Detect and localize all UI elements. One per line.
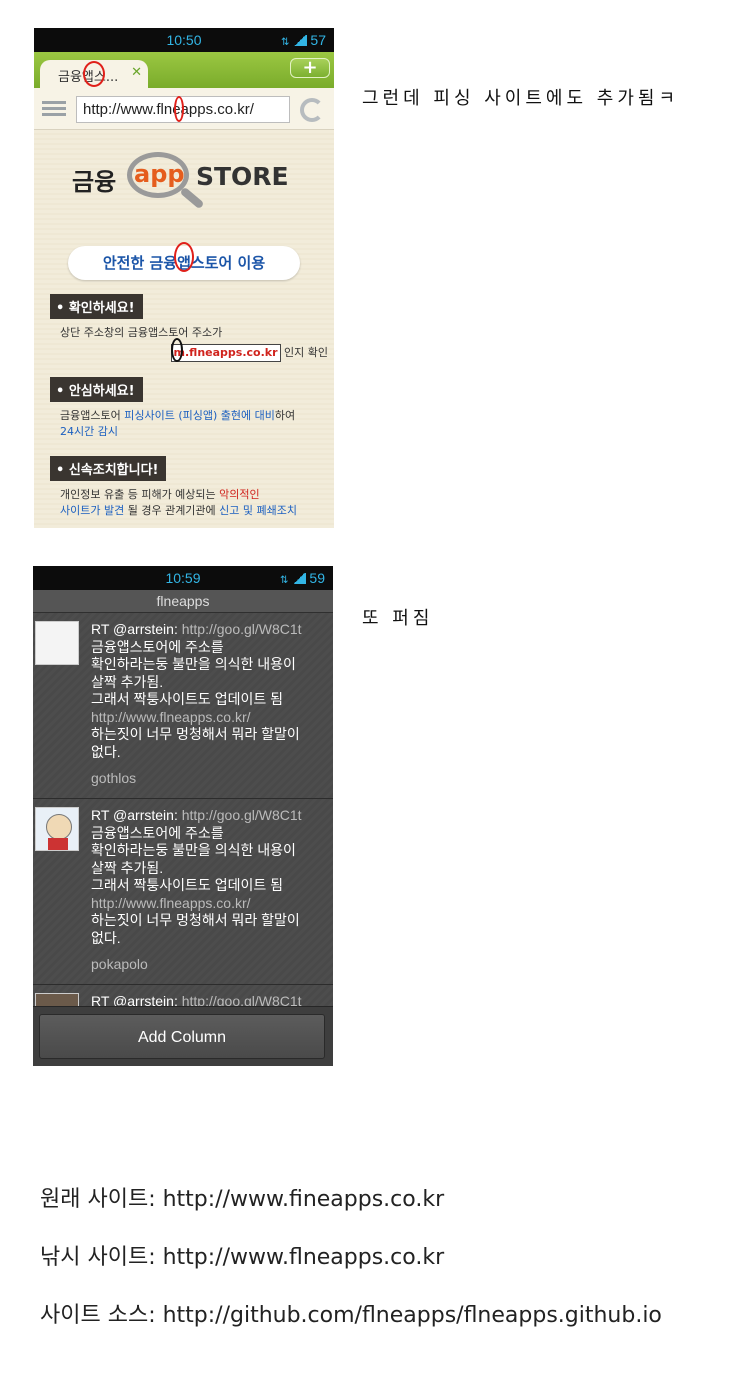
section-body: 금융앱스토어 피싱사이트 (피싱앱) 출현에 대비하여 24시간 감시 bbox=[50, 402, 330, 440]
status-bar: 10:59 ⇅ 59 bbox=[33, 566, 333, 590]
logo-app: app bbox=[134, 160, 185, 188]
section-highlight: 피싱사이트 (피싱앱) 출현에 대비 bbox=[124, 409, 275, 422]
url-text: neapps.co.kr bbox=[302, 1245, 445, 1270]
tweet-username[interactable]: pokapolo bbox=[91, 956, 327, 972]
retweet-prefix: RT @arrstein: bbox=[91, 807, 182, 823]
tweet-feed[interactable]: RT @arrstein: http://goo.gl/W8C1t 금융앱스토어… bbox=[33, 613, 333, 1006]
url-text: neapps.co.kr bbox=[302, 1187, 445, 1212]
tweet-link[interactable]: http://www.flneapps.co.kr/ bbox=[91, 895, 327, 913]
tweet-line: 없다. bbox=[91, 743, 121, 760]
refresh-icon[interactable] bbox=[300, 98, 324, 122]
signal-icon bbox=[292, 573, 307, 584]
status-icons: ⇅ 57 bbox=[281, 32, 326, 48]
tweet-link[interactable]: http://goo.gl/W8C1t bbox=[182, 993, 302, 1006]
annotation-circle bbox=[171, 338, 183, 362]
original-site-label: 원래 사이트: bbox=[40, 1187, 163, 1212]
url-check-line: m.flneapps.co.kr 인지 확인 bbox=[60, 344, 330, 362]
annotation-circle bbox=[83, 61, 105, 87]
avatar[interactable] bbox=[35, 993, 79, 1006]
section-check: • 확인하세요! 상단 주소창의 금융앱스토어 주소가 m.flneapps.c… bbox=[50, 294, 330, 362]
add-column-button[interactable]: Add Column bbox=[39, 1014, 325, 1059]
tweet-line: 금융앱스토어에 주소를 bbox=[91, 638, 224, 655]
section-highlight: 사이트가 발견 bbox=[60, 504, 125, 517]
phishing-site-label: 낚시 사이트: bbox=[40, 1245, 163, 1270]
section-text: 금융앱스토어 bbox=[60, 409, 125, 422]
section-text: 개인정보 유출 등 피해가 예상되는 bbox=[60, 488, 220, 501]
phone-screenshot-twitter: 10:59 ⇅ 59 flneapps RT @arrstein: http://… bbox=[33, 566, 333, 1066]
status-bar: 10:50 ⇅ 57 bbox=[34, 28, 334, 52]
url-text: http://www.f bbox=[162, 1187, 303, 1212]
tweet-item[interactable]: RT @arrstein: http://goo.gl/W8C1t 금융앱스토어… bbox=[33, 799, 333, 985]
tweet-line: RT @arrstein: http://goo.gl/W8C1t bbox=[91, 807, 327, 825]
new-tab-button[interactable]: + bbox=[290, 58, 330, 78]
tweet-username[interactable]: gothlos bbox=[91, 770, 327, 786]
section-safe: • 안심하세요! 금융앱스토어 피싱사이트 (피싱앱) 출현에 대비하여 24시간… bbox=[50, 377, 330, 440]
source-label: 사이트 소스: bbox=[40, 1303, 163, 1328]
retweet-prefix: RT @arrstein: bbox=[91, 621, 182, 637]
tweet-line: 그래서 짝퉁사이트도 업데이트 됨 bbox=[91, 877, 283, 893]
section-text: 될 경우 관계기관에 bbox=[124, 504, 220, 517]
section-title: • 확인하세요! bbox=[50, 294, 143, 319]
signal-icon bbox=[293, 35, 308, 46]
section-body: 개인정보 유출 등 피해가 예상되는 악의적인사이트가 발견 될 경우 관계기관… bbox=[50, 481, 330, 519]
tweet-line: RT @arrstein: http://goo.gl/W8C1t bbox=[91, 993, 327, 1006]
menu-icon[interactable] bbox=[42, 101, 66, 119]
section-body: 상단 주소창의 금융앱스토어 주소가 m.flneapps.co.kr 인지 확… bbox=[50, 319, 330, 362]
tweet-line: 확인하라는둥 불만을 의식한 내용이 bbox=[91, 842, 296, 858]
data-arrows-icon: ⇅ bbox=[280, 575, 289, 586]
caption-phishing: 그런데 피싱 사이트에도 추가됨ㅋ bbox=[362, 88, 680, 109]
page-content: 금융 app STORE 안전한 금융앱스토어 이용 • 확인하세요! 상단 주… bbox=[34, 130, 334, 528]
url-text: http://www.f bbox=[162, 1245, 303, 1270]
bottom-bar: Add Column bbox=[33, 1006, 333, 1066]
section-action: • 신속조치합니다! 개인정보 유출 등 피해가 예상되는 악의적인사이트가 발… bbox=[50, 456, 330, 519]
logo-store: STORE bbox=[196, 162, 289, 191]
tweet-line: 금융앱스토어에 주소를 bbox=[91, 824, 224, 841]
section-title: • 안심하세요! bbox=[50, 377, 143, 402]
tweet-line: 확인하라는둥 불만을 의식한 내용이 bbox=[91, 656, 296, 672]
mobile-url-box: m.flneapps.co.kr bbox=[170, 344, 281, 362]
tweet-line: 살짝 추가됨. bbox=[91, 673, 164, 690]
section-text-suffix: 인지 확인 bbox=[280, 346, 328, 359]
phishing-site-line: 낚시 사이트: http://www.flneapps.co.kr bbox=[40, 1239, 444, 1271]
avatar[interactable] bbox=[35, 621, 79, 665]
section-text: 상단 주소창의 금융앱스토어 주소가 bbox=[60, 326, 223, 339]
caption-spread: 또 퍼짐 bbox=[362, 608, 434, 629]
tab-bar: 금융앱스... ✕ + bbox=[34, 52, 334, 88]
section-highlight: 악의적인 bbox=[219, 488, 260, 501]
tweet-line: 살짝 추가됨. bbox=[91, 859, 164, 876]
column-title: flneapps bbox=[33, 590, 333, 613]
tweet-line: 그래서 짝퉁사이트도 업데이트 됨 bbox=[91, 691, 283, 707]
tweet-item[interactable]: RT @arrstein: http://goo.gl/W8C1t 금융앱스토어… bbox=[33, 613, 333, 799]
battery-level: 57 bbox=[310, 32, 326, 48]
source-line: 사이트 소스: http://github.com/flneapps/flnea… bbox=[40, 1297, 662, 1329]
annotation-circle bbox=[174, 242, 194, 272]
logo-prefix: 금융 bbox=[72, 168, 117, 196]
tweet-item[interactable]: RT @arrstein: http://goo.gl/W8C1t bbox=[33, 985, 333, 1006]
section-highlight: 신고 및 폐쇄조치 bbox=[219, 504, 298, 517]
data-arrows-icon: ⇅ bbox=[281, 37, 290, 48]
tweet-link[interactable]: http://www.flneapps.co.kr/ bbox=[91, 709, 327, 727]
section-highlight: 24시간 감시 bbox=[60, 425, 118, 438]
battery-level: 59 bbox=[309, 570, 325, 586]
tweet-link[interactable]: http://goo.gl/W8C1t bbox=[182, 621, 302, 637]
avatar[interactable] bbox=[35, 807, 79, 851]
tweet-line: 없다. bbox=[91, 929, 121, 946]
close-icon[interactable]: ✕ bbox=[131, 65, 142, 80]
tweet-line: 하는짓이 너무 멍청해서 뭐라 할말이 bbox=[91, 726, 300, 742]
app-store-logo: 금융 app STORE bbox=[72, 152, 302, 216]
source-url[interactable]: http://github.com/flneapps/flneapps.gith… bbox=[163, 1303, 662, 1328]
phone-screenshot-browser: 10:50 ⇅ 57 금융앱스... ✕ + http://www.flneapp… bbox=[34, 28, 334, 528]
retweet-prefix: RT @arrstein: bbox=[91, 993, 182, 1006]
section-text: 하여 bbox=[274, 409, 296, 422]
annotation-circle bbox=[174, 96, 184, 122]
url-bar: http://www.flneapps.co.kr/ bbox=[34, 88, 334, 130]
section-title: • 신속조치합니다! bbox=[50, 456, 167, 481]
tweet-link[interactable]: http://goo.gl/W8C1t bbox=[182, 807, 302, 823]
original-site-line: 원래 사이트: http://www.fineapps.co.kr bbox=[40, 1181, 444, 1213]
tweet-line: RT @arrstein: http://goo.gl/W8C1t bbox=[91, 621, 327, 639]
tweet-line: 하는짓이 너무 멍청해서 뭐라 할말이 bbox=[91, 912, 300, 928]
status-icons: ⇅ 59 bbox=[280, 570, 325, 586]
